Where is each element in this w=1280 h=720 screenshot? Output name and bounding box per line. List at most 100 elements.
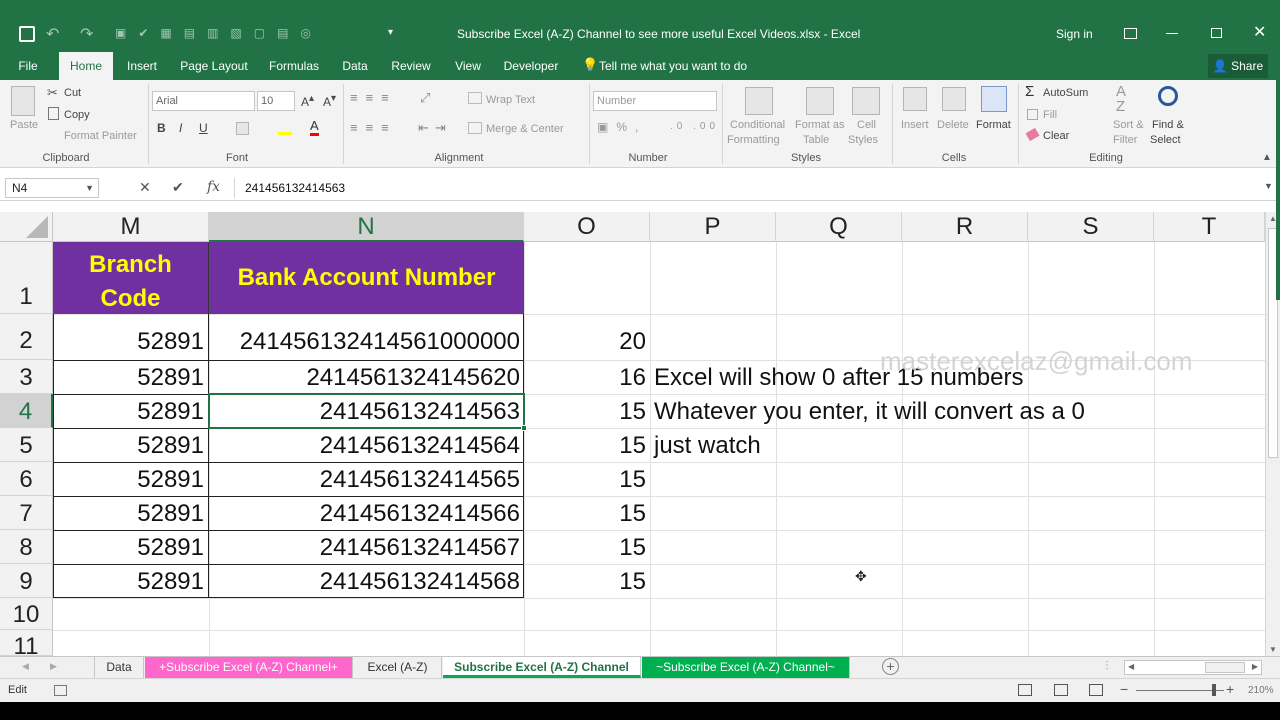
format-painter-button[interactable]: Format Painter xyxy=(64,130,137,142)
column-header-p[interactable]: P xyxy=(650,212,776,242)
conditional-formatting-label-1[interactable]: Conditional xyxy=(730,119,785,131)
horizontal-scrollbar[interactable]: ◀ ▶ xyxy=(1124,660,1262,675)
row-header-5[interactable]: 5 xyxy=(0,428,53,462)
sheet-tab-data[interactable]: Data xyxy=(94,657,144,678)
cell-m2[interactable]: 52891 xyxy=(137,330,204,354)
cell-o4[interactable]: 15 xyxy=(619,400,646,424)
undo-icon[interactable]: ↶ xyxy=(46,24,59,44)
cell-o5[interactable]: 15 xyxy=(619,434,646,458)
cell-n7[interactable]: 241456132414566 xyxy=(320,502,520,526)
cell-styles-label-1[interactable]: Cell xyxy=(857,119,876,131)
cell-n9[interactable]: 241456132414568 xyxy=(320,570,520,594)
zoom-in-icon[interactable]: + xyxy=(1226,681,1234,697)
format-as-table-label-2[interactable]: Table xyxy=(803,134,829,146)
row-header-1[interactable]: 1 xyxy=(0,242,53,314)
expand-formula-icon[interactable]: ▼ xyxy=(1264,181,1273,191)
new-sheet-icon[interactable]: + xyxy=(882,658,899,675)
ribbon-display-icon[interactable] xyxy=(1124,28,1137,39)
scroll-left-icon[interactable]: ◀ xyxy=(1128,662,1134,671)
cut-button[interactable]: Cut xyxy=(64,87,81,99)
decimal-icons[interactable]: .0 .00 xyxy=(670,121,719,132)
select-all-corner[interactable] xyxy=(0,212,53,242)
orientation-icon[interactable]: ⤢ xyxy=(420,90,430,106)
fill-handle[interactable] xyxy=(521,425,527,431)
page-layout-view-icon[interactable] xyxy=(1054,684,1068,696)
tab-data[interactable]: Data xyxy=(338,52,372,80)
zoom-out-icon[interactable]: − xyxy=(1120,681,1128,697)
find-select-label-1[interactable]: Find & xyxy=(1152,119,1184,131)
cell-o6[interactable]: 15 xyxy=(619,468,646,492)
wrap-text-icon[interactable] xyxy=(468,92,482,104)
cell-m9[interactable]: 52891 xyxy=(137,570,204,594)
redo-icon[interactable]: ↷ xyxy=(80,24,93,44)
find-select-label-2[interactable]: Select xyxy=(1150,134,1181,146)
cell-o7[interactable]: 15 xyxy=(619,502,646,526)
column-header-q[interactable]: Q xyxy=(776,212,902,242)
header-cell-branch-code[interactable]: Branch Code xyxy=(53,242,209,314)
row-header-4[interactable]: 4 xyxy=(0,394,53,428)
macro-record-icon[interactable] xyxy=(54,685,67,696)
cell-styles-label-2[interactable]: Styles xyxy=(848,134,878,146)
column-header-n[interactable]: N xyxy=(209,212,524,242)
maximize-icon[interactable] xyxy=(1211,28,1222,38)
zoom-level[interactable]: 210% xyxy=(1248,685,1274,696)
number-format-icons[interactable]: ▣%, xyxy=(597,120,646,134)
fill-color-icon[interactable] xyxy=(278,122,292,135)
tab-review[interactable]: Review xyxy=(388,52,434,80)
column-header-m[interactable]: M xyxy=(53,212,209,242)
format-as-table-label-1[interactable]: Format as xyxy=(795,119,845,131)
cell-p5[interactable]: just watch xyxy=(654,434,761,458)
eraser-icon[interactable] xyxy=(1025,127,1040,142)
clear-button[interactable]: Clear xyxy=(1043,130,1069,142)
cell-o9[interactable]: 15 xyxy=(619,570,646,594)
collapse-ribbon-icon[interactable]: ▲ xyxy=(1262,152,1272,163)
insert-function-icon[interactable]: fx xyxy=(207,179,220,195)
name-box-dropdown-icon[interactable]: ▼ xyxy=(85,179,94,197)
tab-view[interactable]: View xyxy=(450,52,486,80)
customize-qat-icon[interactable]: ▾ xyxy=(388,27,393,38)
row-header-11[interactable]: 11 xyxy=(0,630,53,656)
indent-icons[interactable]: ⇤⇥ xyxy=(418,120,452,136)
row-header-2[interactable]: 2 xyxy=(0,314,53,360)
font-color-icon[interactable]: A xyxy=(310,119,319,136)
cell-m8[interactable]: 52891 xyxy=(137,536,204,560)
font-size-select[interactable]: 10 xyxy=(257,91,295,111)
cell-m6[interactable]: 52891 xyxy=(137,468,204,492)
next-sheet-icon[interactable]: ▶ xyxy=(50,661,57,672)
cell-n3[interactable]: 2414561324145620 xyxy=(306,366,520,390)
save-icon[interactable] xyxy=(19,26,35,42)
conditional-formatting-label-2[interactable]: Formatting xyxy=(727,134,780,146)
align-icons-2[interactable]: ≡≡≡ xyxy=(350,120,397,135)
cell-m7[interactable]: 52891 xyxy=(137,502,204,526)
sign-in-link[interactable]: Sign in xyxy=(1056,27,1093,41)
fill-icon[interactable] xyxy=(1027,109,1038,120)
paste-button[interactable]: Paste xyxy=(10,119,38,131)
prev-sheet-icon[interactable]: ◀ xyxy=(22,661,29,672)
insert-cells-icon[interactable] xyxy=(903,87,927,111)
tab-page-layout[interactable]: Page Layout xyxy=(176,52,252,80)
scroll-right-icon[interactable]: ▶ xyxy=(1252,662,1258,671)
cell-o2[interactable]: 20 xyxy=(619,330,646,354)
horizontal-scroll-thumb[interactable] xyxy=(1205,662,1245,673)
close-icon[interactable]: ✕ xyxy=(1253,22,1266,42)
tab-formulas[interactable]: Formulas xyxy=(266,52,322,80)
cell-o3[interactable]: 16 xyxy=(619,366,646,390)
share-button[interactable]: 👤 Share xyxy=(1208,54,1268,78)
cell-m3[interactable]: 52891 xyxy=(137,366,204,390)
column-header-r[interactable]: R xyxy=(902,212,1028,242)
cancel-icon[interactable]: ✕ xyxy=(139,179,151,196)
zoom-slider-thumb[interactable] xyxy=(1212,684,1216,696)
find-select-icon[interactable] xyxy=(1158,86,1178,106)
cell-m4[interactable]: 52891 xyxy=(137,400,204,424)
align-icons[interactable]: ≡≡≡ xyxy=(350,90,397,105)
normal-view-icon[interactable] xyxy=(1018,684,1032,696)
name-box[interactable]: N4 ▼ xyxy=(5,178,99,198)
borders-icon[interactable] xyxy=(236,122,249,135)
autosum-icon[interactable]: Σ xyxy=(1025,83,1034,100)
sheet-tab-subscribe-plus[interactable]: +Subscribe Excel (A-Z) Channel+ xyxy=(145,657,353,678)
cell-n2[interactable]: 241456132414561000000 xyxy=(240,330,520,354)
number-format-select[interactable]: Number xyxy=(593,91,717,111)
sort-filter-label-1[interactable]: Sort & xyxy=(1113,119,1144,131)
format-as-table-icon[interactable] xyxy=(806,87,834,115)
wrap-text-button[interactable]: Wrap Text xyxy=(486,94,535,106)
